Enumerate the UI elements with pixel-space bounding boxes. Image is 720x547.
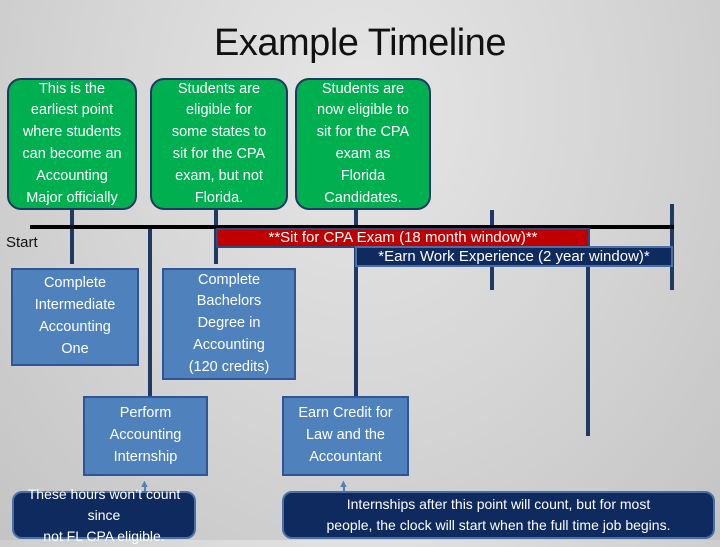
step-law-credit: Earn Credit for Law and the Accountant	[282, 396, 409, 476]
milestone-florida-eligible: Students are now eligible to sit for the…	[295, 78, 431, 210]
connector-line	[70, 206, 74, 264]
milestone-other-states-eligible: Students are eligible for some states to…	[150, 78, 288, 210]
work-experience-window-bar: *Earn Work Experience (2 year window)*	[355, 246, 673, 267]
step-bachelors-degree: Complete Bachelors Degree in Accounting …	[162, 268, 296, 380]
note-hours-not-counted: These hours won’t count since not FL CPA…	[12, 486, 196, 544]
milestone-text: Students are now eligible to sit for the…	[316, 80, 410, 206]
milestone-text: Students are eligible for some states to…	[171, 80, 267, 206]
milestone-text: This is the earliest point where student…	[22, 80, 122, 206]
cpa-exam-window-label: **Sit for CPA Exam (18 month window)**	[268, 229, 538, 246]
step-text: Perform Accounting Internship	[109, 405, 182, 465]
page-title: Example Timeline	[214, 22, 506, 64]
connector-line	[586, 246, 590, 436]
step-accounting-internship: Perform Accounting Internship	[83, 396, 208, 476]
work-experience-window-label: *Earn Work Experience (2 year window)*	[378, 248, 650, 265]
note-internships-count: Internships after this point will count,…	[282, 491, 715, 539]
step-text: Complete Intermediate Accounting One	[34, 275, 116, 357]
milestone-accounting-major: This is the earliest point where student…	[7, 78, 137, 210]
step-text: Complete Bachelors Degree in Accounting …	[188, 271, 270, 375]
connector-line	[148, 229, 152, 399]
note-text: Internships after this point will count,…	[326, 496, 671, 533]
note-text: These hours won’t count since not FL CPA…	[27, 485, 181, 544]
timeline-start-label: Start	[6, 234, 38, 251]
cpa-exam-window-bar: **Sit for CPA Exam (18 month window)**	[216, 228, 590, 248]
step-intermediate-accounting: Complete Intermediate Accounting One	[11, 268, 139, 366]
step-text: Earn Credit for Law and the Accountant	[298, 405, 393, 465]
